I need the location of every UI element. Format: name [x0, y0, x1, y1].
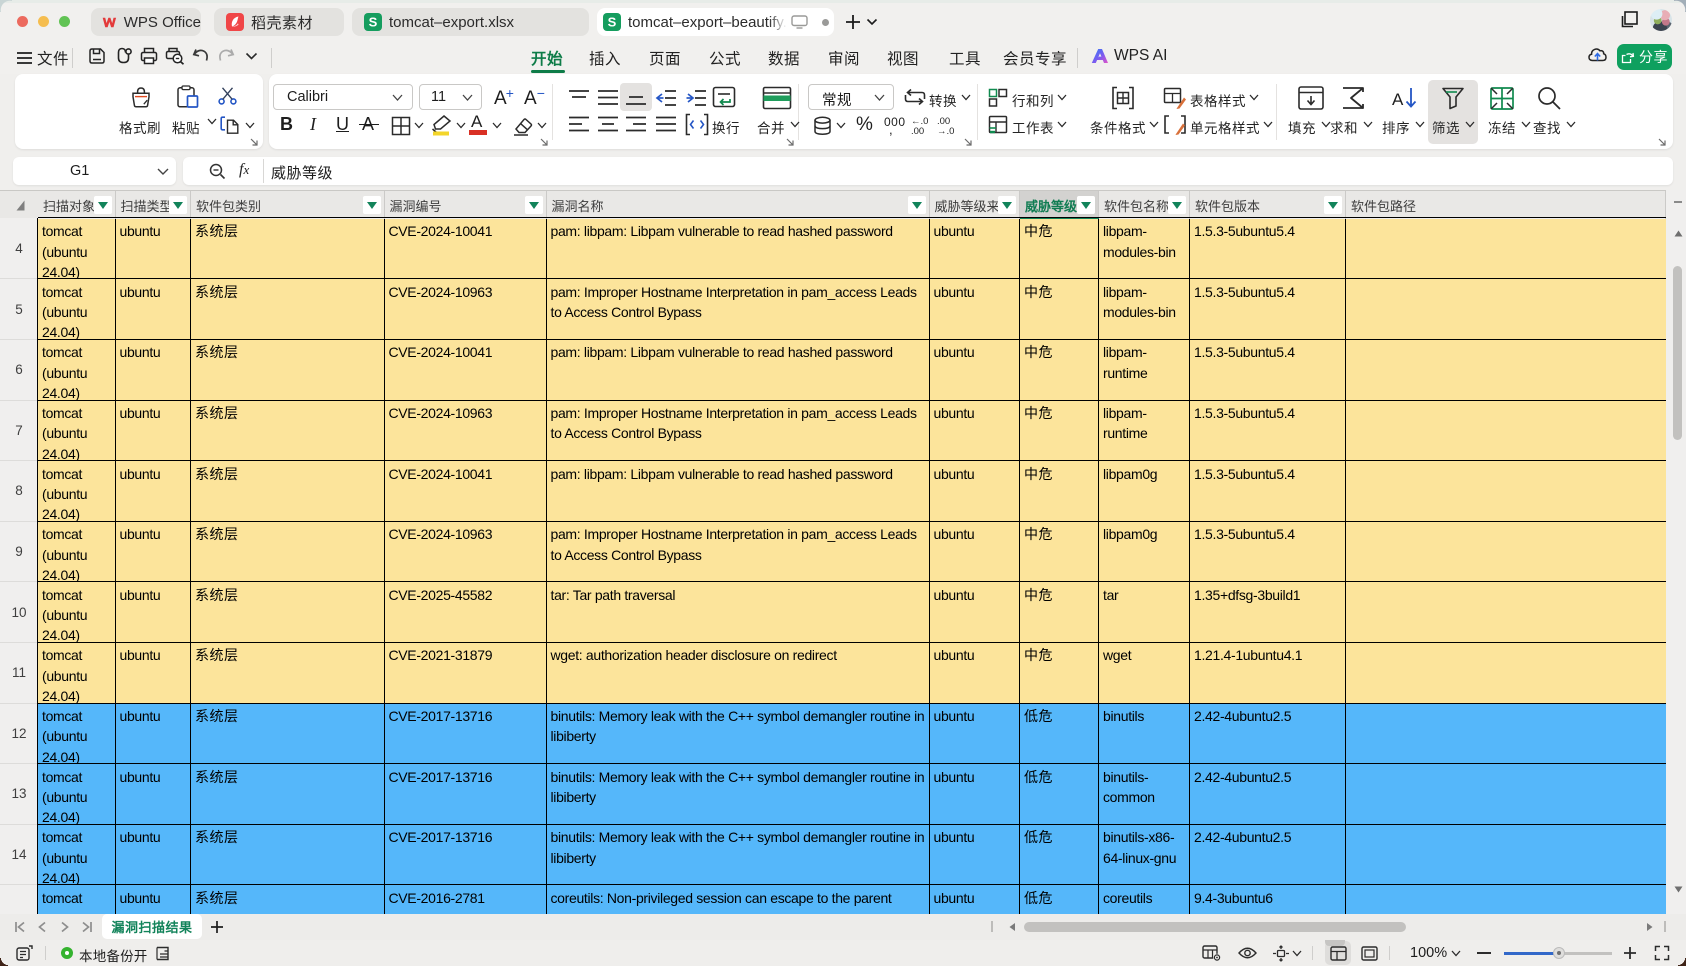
svg-text:A: A — [1392, 90, 1404, 109]
svg-text:→.0: →.0 — [937, 126, 954, 135]
svg-text:S: S — [608, 15, 617, 30]
svg-text:.00: .00 — [911, 126, 924, 135]
svg-text:S: S — [369, 15, 378, 30]
